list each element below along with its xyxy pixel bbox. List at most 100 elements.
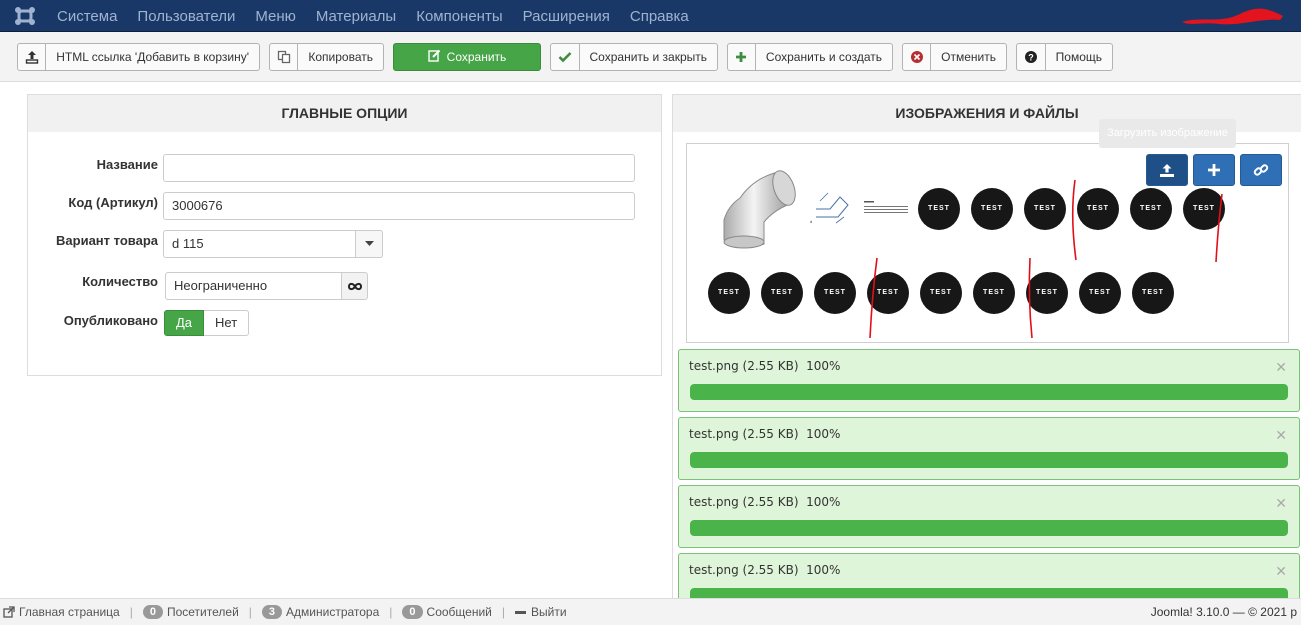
save-new-label: Сохранить и создать <box>765 50 882 64</box>
red-annotation-marks <box>869 179 1223 339</box>
variant-row: Вариант товара d 115 <box>28 230 662 261</box>
cancel-button[interactable]: Отменить <box>902 43 1007 71</box>
plus-icon <box>1208 164 1220 176</box>
copy-icon <box>270 44 299 70</box>
code-input[interactable]: 3000676 <box>163 192 635 220</box>
published-no-button[interactable]: Нет <box>204 310 250 336</box>
variant-dropdown-toggle[interactable] <box>355 230 383 258</box>
name-row: Название <box>28 154 662 185</box>
upload-icon <box>1160 163 1174 177</box>
close-icon[interactable]: ✕ <box>1275 563 1287 580</box>
upload-image-button[interactable] <box>1146 154 1188 186</box>
action-toolbar: HTML ссылка 'Добавить в корзину' Копиров… <box>0 32 1301 82</box>
main-options-title: ГЛАВНЫЕ ОПЦИИ <box>28 95 661 132</box>
save-new-button[interactable]: Сохранить и создать <box>727 43 893 71</box>
quantity-input[interactable]: Неограниченно <box>165 272 342 300</box>
chevron-down-icon <box>364 241 374 246</box>
upload-item: test.png (2.55 KB) 100% ✕ <box>678 349 1300 412</box>
divider: | <box>389 605 393 619</box>
home-link[interactable]: Главная страница <box>3 605 120 619</box>
menu-menus[interactable]: Меню <box>255 8 296 25</box>
save-close-button[interactable]: Сохранить и закрыть <box>550 43 718 71</box>
menu-users[interactable]: Пользователи <box>137 8 235 25</box>
divider: | <box>501 605 506 619</box>
svg-text:d: d <box>810 219 812 224</box>
upload-tooltip: Загрузить изображение <box>1099 119 1236 148</box>
visitors-link[interactable]: 0 Посетителей <box>142 605 239 619</box>
menu-components[interactable]: Компоненты <box>416 8 502 25</box>
code-row: Код (Артикул) 3000676 <box>28 192 662 223</box>
home-label: Главная страница <box>19 605 120 619</box>
menu-help[interactable]: Справка <box>630 8 689 25</box>
minus-icon <box>515 610 527 614</box>
upload-filename: test.png (2.55 KB) 100% <box>689 427 841 441</box>
visitors-label: Посетителей <box>166 605 239 619</box>
variant-select[interactable]: d 115 <box>163 230 383 258</box>
messages-label: Сообщений <box>426 605 492 619</box>
elbow-pipe-image[interactable] <box>714 160 798 252</box>
close-icon[interactable]: ✕ <box>1275 495 1287 512</box>
plus-icon <box>728 44 756 70</box>
admins-label: Администратора <box>286 605 380 619</box>
close-icon[interactable]: ✕ <box>1275 359 1287 376</box>
name-label: Название <box>96 157 158 172</box>
quantity-label: Количество <box>82 274 158 289</box>
admin-topbar: Система Пользователи Меню Материалы Комп… <box>0 0 1301 32</box>
admins-link[interactable]: 3 Администратора <box>261 605 380 619</box>
upload-filename: test.png (2.55 KB) 100% <box>689 563 841 577</box>
visitors-badge: 0 <box>142 605 163 619</box>
upload-filename: test.png (2.55 KB) 100% <box>689 495 841 509</box>
upload-progress-bar <box>690 520 1288 536</box>
check-icon <box>551 44 580 70</box>
add-image-button[interactable] <box>1193 154 1235 186</box>
link-icon <box>1253 164 1269 176</box>
published-yes-button[interactable]: Да <box>164 310 205 336</box>
gallery-thumb-7[interactable]: TEST <box>708 272 750 314</box>
html-link-button[interactable]: HTML ссылка 'Добавить в корзину' <box>17 43 260 71</box>
name-input[interactable] <box>163 154 635 182</box>
logout-label: Выйти <box>531 605 567 619</box>
unlimited-toggle[interactable] <box>341 272 368 300</box>
upload-progress-bar <box>690 452 1288 468</box>
help-icon: ? <box>1017 44 1046 70</box>
help-button[interactable]: ? Помощь <box>1016 43 1113 71</box>
gallery-thumb-8[interactable]: TEST <box>761 272 803 314</box>
upload-icon <box>18 44 47 70</box>
infinity-icon <box>347 282 362 290</box>
gallery-thumb-9[interactable]: TEST <box>814 272 856 314</box>
messages-link[interactable]: 0 Сообщений <box>402 605 492 619</box>
cancel-label: Отменить <box>941 50 996 64</box>
user-menu-redacted[interactable] <box>1180 6 1285 28</box>
external-link-icon <box>3 606 15 618</box>
status-bar: Главная страница | 0 Посетителей | 3 Адм… <box>0 598 1301 625</box>
logout-link[interactable]: Выйти <box>515 605 567 619</box>
code-label: Код (Артикул) <box>68 195 158 210</box>
copy-label: Копировать <box>308 50 373 64</box>
messages-badge: 0 <box>402 605 423 619</box>
main-options-panel: ГЛАВНЫЕ ОПЦИИ Название Код (Артикул) 300… <box>27 94 662 376</box>
divider: | <box>129 605 133 619</box>
help-label: Помощь <box>1055 50 1102 64</box>
save-button[interactable]: Сохранить <box>393 43 541 71</box>
menu-extensions[interactable]: Расширения <box>523 8 610 25</box>
variant-label: Вариант товара <box>56 233 158 248</box>
cancel-icon <box>903 44 932 70</box>
copy-button[interactable]: Копировать <box>269 43 384 71</box>
upload-filename: test.png (2.55 KB) 100% <box>689 359 841 373</box>
link-image-button[interactable] <box>1240 154 1282 186</box>
upload-item: test.png (2.55 KB) 100% ✕ <box>678 485 1300 548</box>
save-label: Сохранить <box>446 50 507 64</box>
divider: | <box>248 605 252 619</box>
joomla-logo-icon[interactable] <box>14 6 36 26</box>
menu-content[interactable]: Материалы <box>316 8 396 25</box>
menu-system[interactable]: Система <box>57 8 117 25</box>
published-row: Опубликовано Да Нет <box>28 310 662 340</box>
upload-item: test.png (2.55 KB) 100% ✕ <box>678 417 1300 480</box>
edit-icon <box>427 49 441 65</box>
version-info: Joomla! 3.10.0 — © 2021 р <box>1150 605 1297 619</box>
top-menu: Система Пользователи Меню Материалы Комп… <box>57 0 709 32</box>
published-toggle: Да Нет <box>164 310 250 336</box>
close-icon[interactable]: ✕ <box>1275 427 1287 444</box>
variant-value: d 115 <box>172 236 204 251</box>
upload-item: test.png (2.55 KB) 100% ✕ <box>678 553 1300 599</box>
